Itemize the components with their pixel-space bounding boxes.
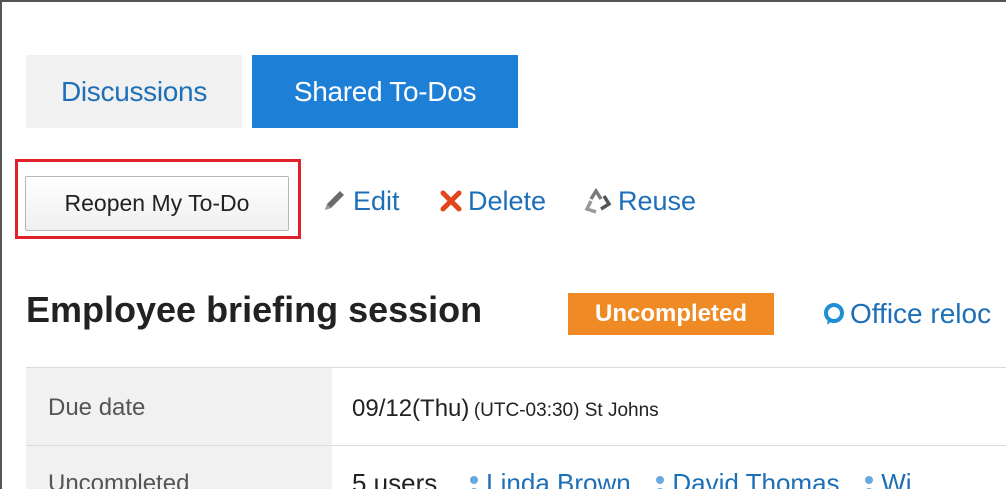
user-link[interactable]: Linda Brown xyxy=(466,468,638,489)
user-link[interactable]: David Thomas xyxy=(652,468,846,489)
tab-discussions[interactable]: Discussions xyxy=(26,55,242,128)
edit-label: Edit xyxy=(353,185,400,216)
tab-shared-todos[interactable]: Shared To-Dos xyxy=(252,55,518,128)
due-date-value: 09/12(Thu) (UTC-03:30) St Johns xyxy=(352,395,659,423)
status-badge: Uncompleted xyxy=(568,293,774,335)
delete-label: Delete xyxy=(468,185,547,216)
category-link[interactable]: Office reloc xyxy=(822,295,991,333)
todo-title: Employee briefing session xyxy=(26,289,483,330)
pencil-icon xyxy=(319,186,349,216)
uncompleted-users: 5 users Linda Brown David Thomas Wi xyxy=(352,468,912,489)
delete-link[interactable]: Delete xyxy=(438,183,546,219)
reuse-label: Reuse xyxy=(618,185,697,216)
reuse-link[interactable]: Reuse xyxy=(582,183,696,219)
person-icon xyxy=(466,470,482,489)
due-date-timezone: (UTC-03:30) St Johns xyxy=(473,400,659,421)
recycle-icon xyxy=(582,185,614,217)
due-date-date: 09/12(Thu) xyxy=(352,395,470,422)
category-label: Office reloc xyxy=(850,298,992,329)
uncompleted-count: 5 users xyxy=(352,468,438,489)
uncompleted-label: Uncompleted xyxy=(48,470,190,489)
user-name: Linda Brown xyxy=(486,468,631,489)
user-name: Wi xyxy=(881,468,912,489)
edit-link[interactable]: Edit xyxy=(319,183,400,219)
person-icon xyxy=(861,470,877,489)
user-name: David Thomas xyxy=(672,468,840,489)
person-icon xyxy=(652,470,668,489)
page-frame: Discussions Shared To-Dos Reopen My To-D… xyxy=(0,0,1006,489)
due-date-label: Due date xyxy=(48,394,146,421)
user-link[interactable]: Wi xyxy=(861,468,912,489)
speech-bubble-icon xyxy=(822,302,846,326)
reopen-my-todo-button[interactable]: Reopen My To-Do xyxy=(25,176,289,231)
x-icon xyxy=(438,188,464,214)
